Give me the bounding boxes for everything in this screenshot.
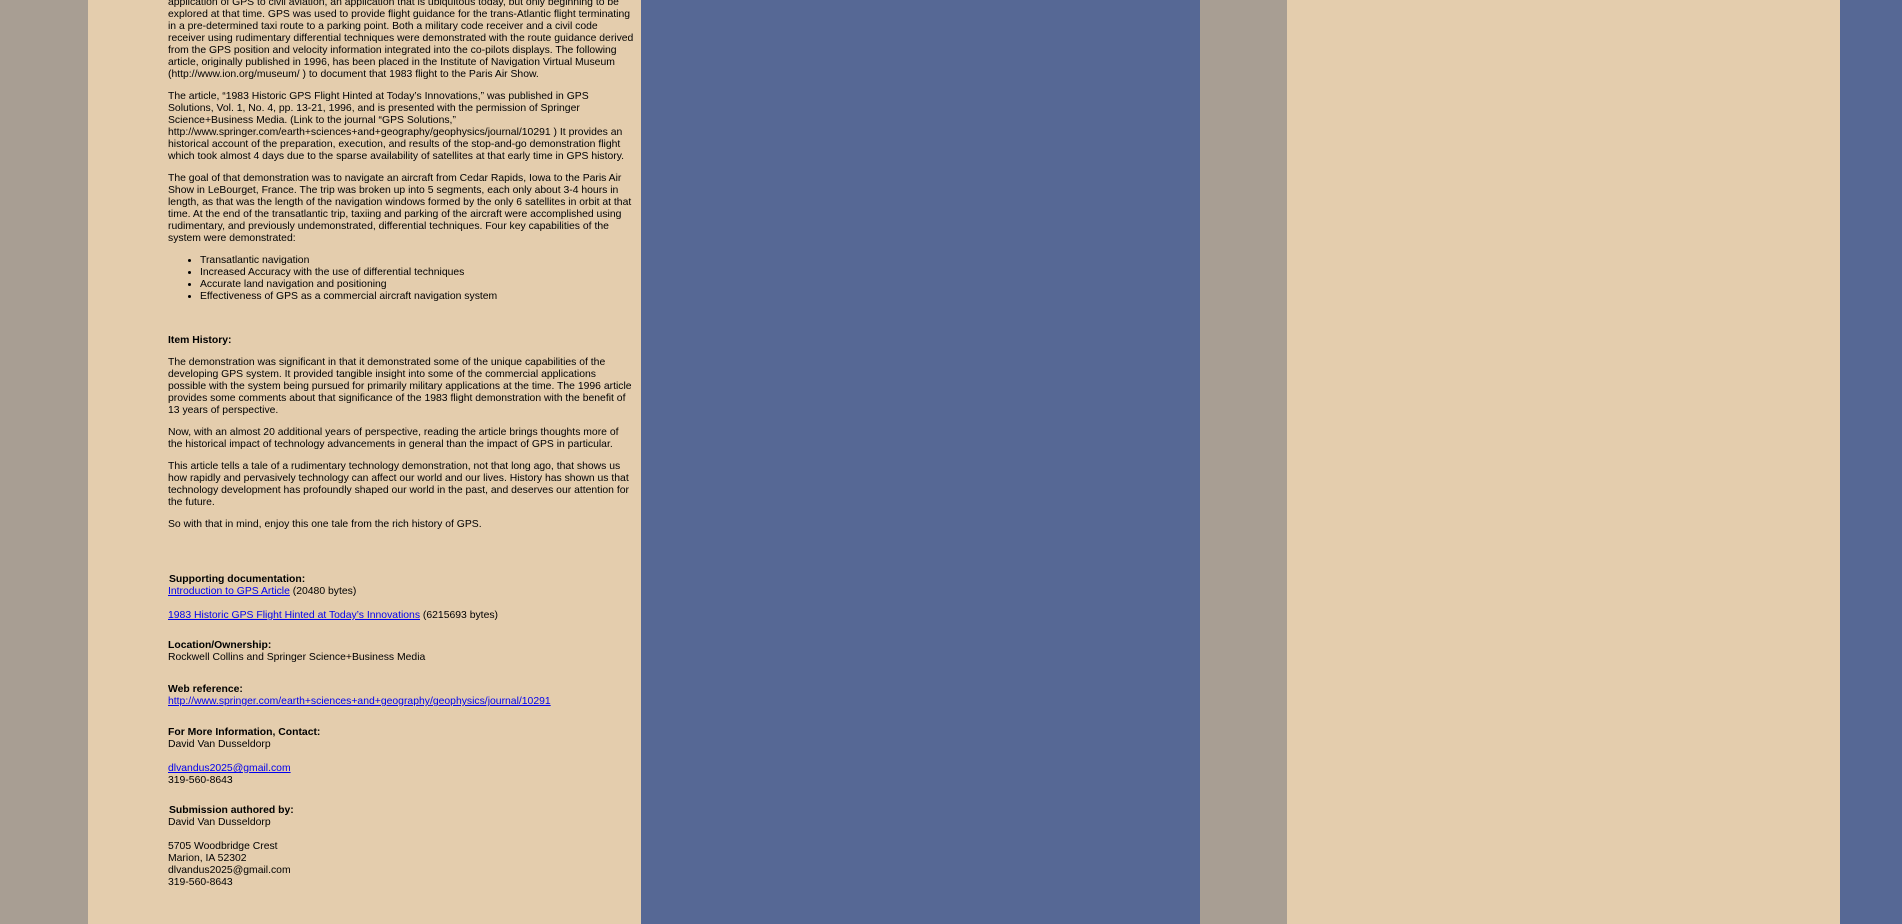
supporting-documentation: Supporting documentation: Introduction t… bbox=[168, 574, 634, 622]
location-ownership-value: Rockwell Collins and Springer Science+Bu… bbox=[168, 652, 426, 663]
list-item: Accurate land navigation and positioning bbox=[200, 279, 634, 291]
web-reference-link[interactable]: http://www.springer.com/earth+sciences+a… bbox=[168, 696, 551, 707]
location-ownership-heading: Location/Ownership: bbox=[168, 640, 272, 651]
contact-heading: For More Information, Contact: bbox=[168, 727, 321, 738]
supporting-documentation-heading: Supporting documentation: bbox=[169, 574, 306, 585]
file-size: (6215693 bytes) bbox=[422, 610, 498, 621]
contact-info: For More Information, Contact: David Van… bbox=[168, 727, 634, 787]
right-accent-panel bbox=[1840, 0, 1902, 924]
address-line: 5705 Woodbridge Crest bbox=[168, 841, 278, 852]
file-row: Introduction to GPS Article (20480 bytes… bbox=[168, 586, 634, 598]
history-paragraph: Now, with an almost 20 additional years … bbox=[168, 427, 619, 450]
web-reference: Web reference: http://www.springer.com/e… bbox=[168, 684, 634, 708]
submission-email: dlvandus2025@gmail.com bbox=[168, 865, 291, 876]
contact-name: David Van Dusseldorp bbox=[168, 739, 271, 750]
submission-phone: 319-560-8643 bbox=[168, 877, 233, 888]
list-item: Transatlantic navigation bbox=[200, 255, 634, 267]
intro-paragraph: application of GPS to civil aviation, an… bbox=[168, 0, 634, 80]
historic-flight-article-link[interactable]: 1983 Historic GPS Flight Hinted at Today… bbox=[168, 610, 420, 621]
contact-phone: 319-560-8643 bbox=[168, 775, 233, 786]
location-ownership: Location/Ownership: Rockwell Collins and… bbox=[168, 640, 634, 664]
history-paragraph: The demonstration was significant in tha… bbox=[168, 357, 632, 416]
article-content: application of GPS to civil aviation, an… bbox=[168, 0, 634, 905]
address-line: Marion, IA 52302 bbox=[168, 853, 247, 864]
web-reference-heading: Web reference: bbox=[168, 684, 243, 695]
accent-panel bbox=[641, 0, 1200, 924]
file-row: 1983 Historic GPS Flight Hinted at Today… bbox=[168, 610, 634, 622]
submission-info: Submission authored by: David Van Dussel… bbox=[168, 805, 634, 889]
list-item: Effectiveness of GPS as a commercial air… bbox=[200, 291, 634, 303]
contact-email-link[interactable]: dlvandus2025@gmail.com bbox=[168, 763, 291, 774]
list-item: Increased Accuracy with the use of diffe… bbox=[200, 267, 634, 279]
history-paragraph: So with that in mind, enjoy this one tal… bbox=[168, 519, 482, 530]
history-paragraph: This article tells a tale of a rudimenta… bbox=[168, 461, 629, 508]
capabilities-list: Transatlantic navigation Increased Accur… bbox=[168, 255, 634, 303]
item-history-heading: Item History: bbox=[168, 335, 232, 346]
goal-paragraph: The goal of that demonstration was to na… bbox=[168, 173, 632, 244]
submission-heading: Submission authored by: bbox=[169, 805, 294, 816]
submission-name: David Van Dusseldorp bbox=[168, 817, 271, 828]
file-size: (20480 bytes) bbox=[292, 586, 357, 597]
article-paragraph: The article, “1983 Historic GPS Flight H… bbox=[168, 91, 625, 162]
intro-article-link[interactable]: Introduction to GPS Article bbox=[168, 586, 290, 597]
right-content-panel bbox=[1287, 0, 1840, 924]
